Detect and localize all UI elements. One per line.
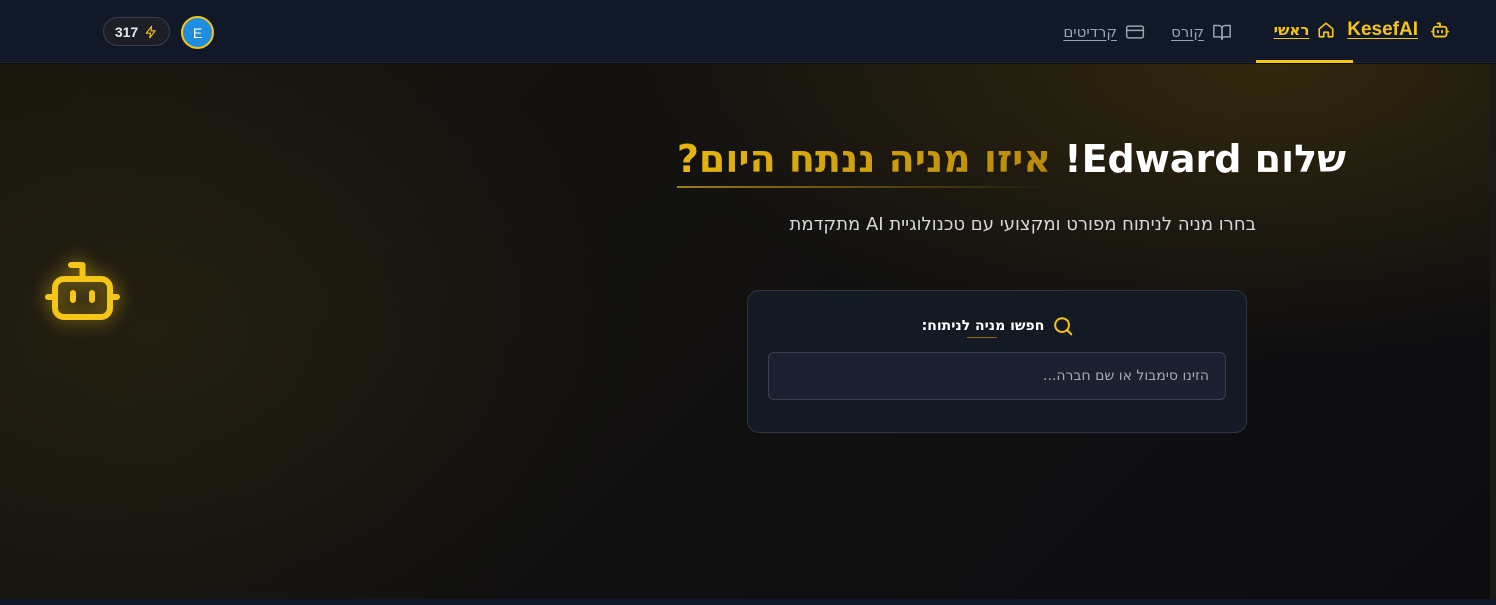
page-subtitle: בחרו מניה לניתוח מפורט ומקצועי עם טכנולו… — [789, 214, 1256, 235]
search-label-row: חפשו מניה לניתוח: — [748, 315, 1248, 337]
nav-credits[interactable]: קרדיטים — [1063, 0, 1145, 63]
robot-icon — [1430, 22, 1450, 38]
nav-home[interactable]: ראשי — [1256, 0, 1353, 63]
credits-count: 317 — [114, 23, 139, 40]
lightning-icon — [145, 25, 156, 38]
credit-card-icon — [1125, 24, 1145, 39]
headline-greeting: שלום Edward! — [1064, 137, 1346, 181]
headline-question: איזו מניה ננתח היום? — [676, 136, 1052, 188]
search-icon — [1054, 317, 1073, 336]
home-icon — [1318, 22, 1334, 38]
nav-course[interactable]: קורס — [1171, 0, 1232, 63]
footer-strip — [0, 599, 1496, 605]
search-label: חפשו מניה לניתוח: — [921, 318, 1045, 334]
avatar-initial: E — [192, 24, 203, 41]
book-open-icon — [1213, 24, 1231, 40]
top-navigation-bar: KesefAI ראשי קורס קרדיטים E 317 — [0, 0, 1496, 63]
brand[interactable]: KesefAI — [1347, 19, 1450, 41]
nav-credits-label: קרדיטים — [1063, 22, 1117, 41]
credits-balance-badge[interactable]: 317 — [103, 17, 170, 46]
search-label-underline — [967, 337, 997, 338]
brand-name[interactable]: KesefAI — [1347, 19, 1418, 41]
nav-home-label: ראשי — [1273, 21, 1310, 39]
stock-search-input[interactable] — [768, 352, 1226, 400]
page-headline: שלום Edward! איזו מניה ננתח היום? — [586, 136, 1346, 188]
user-avatar[interactable]: E — [181, 16, 214, 49]
scrollbar-track — [1490, 64, 1496, 599]
nav-course-label: קורס — [1171, 22, 1204, 41]
page: KesefAI ראשי קורס קרדיטים E 317 שלום Edw… — [0, 0, 1496, 605]
stock-search-card: חפשו מניה לניתוח: — [747, 290, 1247, 433]
robot-icon — [45, 262, 120, 320]
